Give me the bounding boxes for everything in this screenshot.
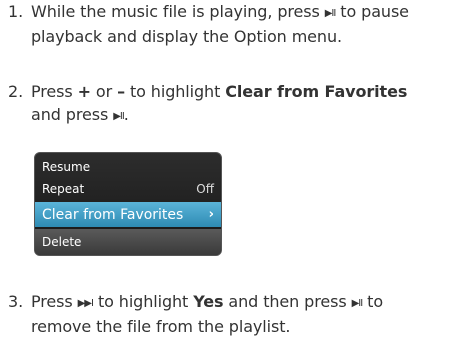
menu-item-resume[interactable]: Resume xyxy=(35,156,221,178)
minus-key: – xyxy=(117,82,125,101)
menu-item-repeat[interactable]: Repeat Off xyxy=(35,178,221,200)
play-pause-icon: ▶II xyxy=(351,298,364,309)
menu-item-delete[interactable]: Delete xyxy=(35,229,221,255)
step-text: Press ▶▶I to highlight Yes and then pres… xyxy=(31,292,384,336)
skip-forward-icon: ▶▶I xyxy=(77,298,94,309)
step-number: 1. xyxy=(8,2,24,21)
highlight-target: Yes xyxy=(193,292,224,311)
play-pause-icon: ▶II xyxy=(113,111,125,122)
step-number: 2. xyxy=(8,82,24,101)
step-text: While the music file is playing, press ▶… xyxy=(31,2,409,46)
step-number: 3. xyxy=(8,292,24,311)
step-text: Press + or – to highlight Clear from Fav… xyxy=(31,82,408,124)
chevron-right-icon: › xyxy=(208,206,214,222)
repeat-value: Off xyxy=(196,182,214,196)
play-pause-icon: ▶II xyxy=(324,8,337,19)
menu-item-clear-from-favorites[interactable]: Clear from Favorites › xyxy=(35,202,221,227)
plus-key: + xyxy=(77,82,91,101)
highlight-target: Clear from Favorites xyxy=(225,82,408,101)
option-menu-screen: Resume Repeat Off Clear from Favorites ›… xyxy=(34,152,222,256)
